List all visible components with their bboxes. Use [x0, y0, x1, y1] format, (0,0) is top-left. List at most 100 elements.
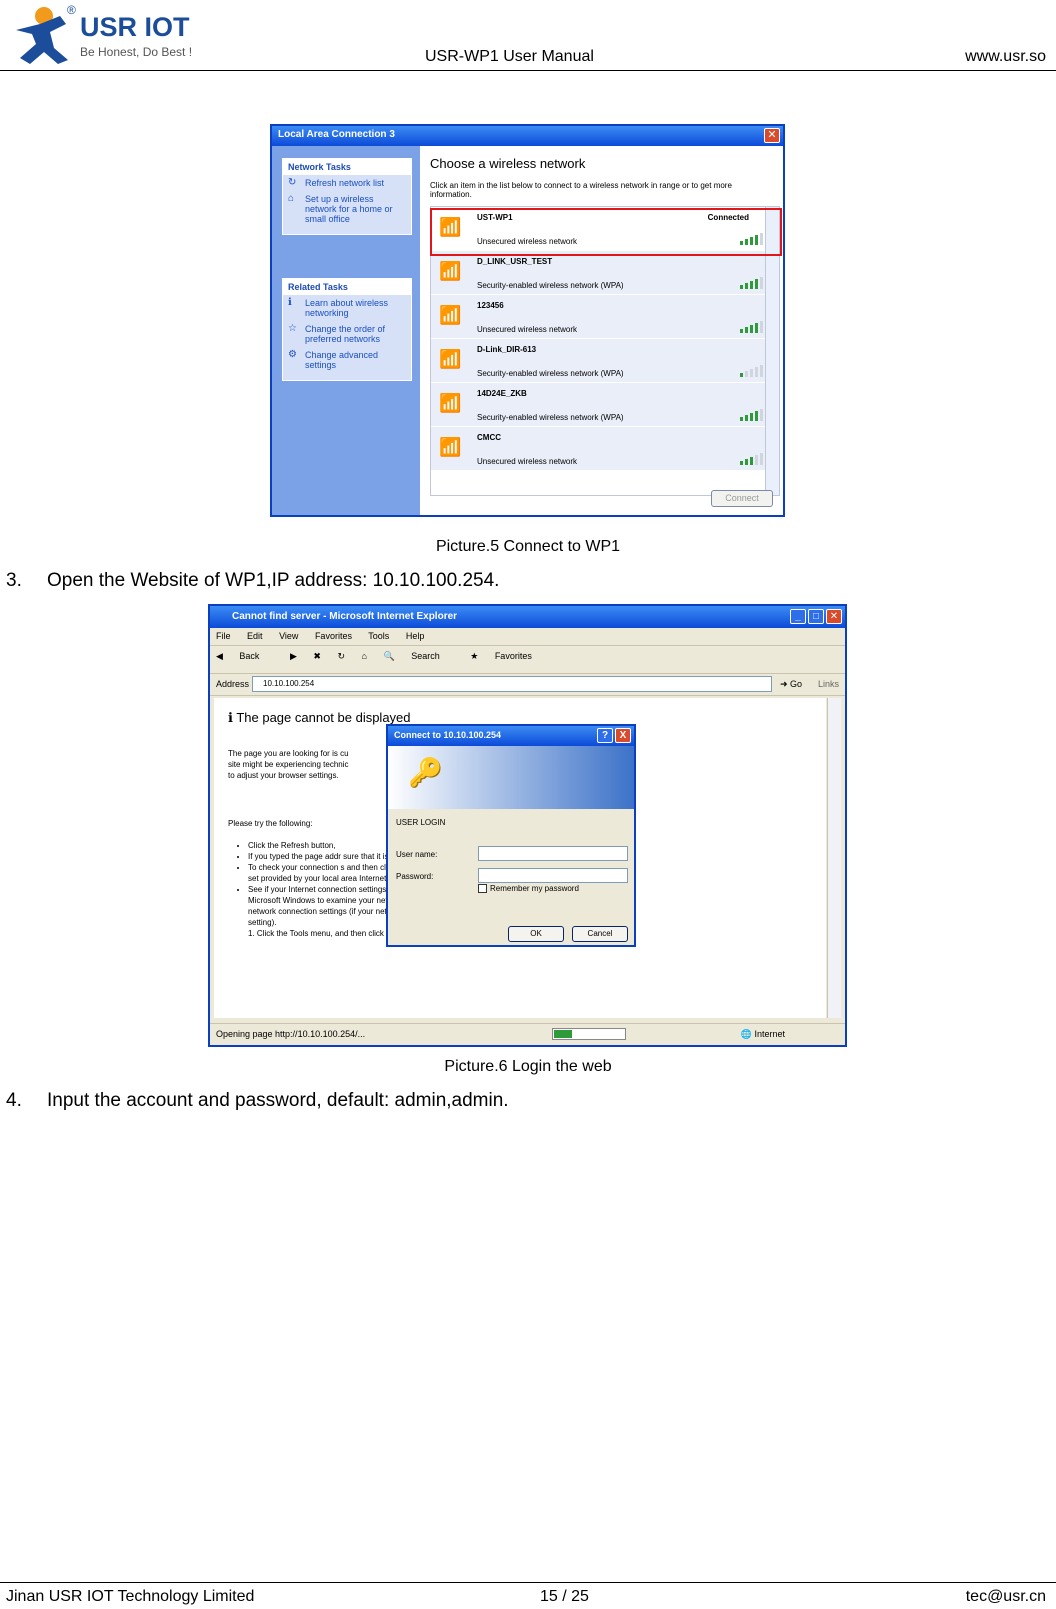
stop-icon[interactable]: ✖ [313, 651, 321, 661]
signal-bar [740, 417, 743, 421]
signal-bar [745, 371, 748, 377]
menu-help[interactable]: Help [406, 631, 425, 641]
task-change-advanced[interactable]: ⚙ Change advanced settings [283, 347, 411, 380]
login-realm: USER LOGIN [396, 818, 446, 827]
signal-strength-icon [740, 365, 764, 377]
network-item[interactable]: 📶 D-Link_DIR-613 Security-enabled wirele… [431, 339, 779, 383]
signal-bar [745, 415, 748, 421]
go-button[interactable]: ➜ Go [780, 679, 802, 690]
ie-status-bar: Opening page http://10.10.100.254/... 🌐 … [210, 1023, 845, 1045]
maximize-icon[interactable]: □ [808, 609, 824, 624]
password-field[interactable] [478, 868, 628, 883]
globe-icon: 🌐 [740, 1029, 755, 1039]
logo-text: USR IOT [80, 12, 190, 42]
ie-address-bar: Address 10.10.100.254 ➜ Go Links [210, 674, 845, 696]
page-error-title: ℹ The page cannot be displayed [228, 710, 411, 725]
internet-explorer-window: Cannot find server - Microsoft Internet … [208, 604, 847, 1047]
signal-bar [760, 409, 763, 421]
signal-bar [750, 281, 753, 289]
forward-icon[interactable]: ▶ [290, 651, 297, 661]
ok-button[interactable]: OK [508, 926, 564, 942]
info-icon: ℹ [288, 297, 292, 308]
signal-bar [760, 453, 763, 465]
dialog-banner: 🔑 [388, 746, 634, 809]
star-icon: ☆ [288, 323, 297, 334]
company-logo: USR IOT ® Be Honest, Do Best ! [10, 2, 220, 66]
close-icon[interactable]: ✕ [764, 128, 780, 143]
username-field[interactable] [478, 846, 628, 861]
signal-bar [750, 325, 753, 333]
status-text: Opening page http://10.10.100.254/... [216, 1029, 366, 1039]
signal-bar [755, 279, 758, 289]
signal-bar [745, 459, 748, 465]
signal-bar [755, 367, 758, 377]
signal-bar [740, 461, 743, 465]
caption-picture-5: Picture.5 Connect to WP1 [435, 538, 621, 555]
website-link[interactable]: www.usr.so [965, 48, 1046, 66]
ie-scrollbar[interactable] [827, 698, 841, 1018]
network-item[interactable]: 📶 D_LINK_USR_TEST Security-enabled wirel… [431, 251, 779, 295]
network-item[interactable]: 📶 14D24E_ZKB Security-enabled wireless n… [431, 383, 779, 427]
close-icon[interactable]: ✕ [826, 609, 842, 624]
logo-figure-icon: USR IOT ® Be Honest, Do Best ! [16, 3, 192, 64]
try-heading: Please try the following: [228, 819, 313, 828]
connect-button[interactable]: Connect [711, 490, 773, 507]
menu-file[interactable]: File [216, 631, 231, 641]
header-divider [0, 70, 1056, 71]
search-button[interactable]: 🔍 Search [383, 651, 453, 661]
antenna-icon: 📶 [439, 261, 462, 281]
help-icon[interactable]: ? [597, 728, 613, 743]
back-button[interactable]: ◀ Back [216, 651, 273, 661]
address-input[interactable]: 10.10.100.254 [252, 676, 772, 692]
antenna-icon: 📶 [439, 305, 462, 325]
network-tasks-panel: Network Tasks ↻ Refresh network list ⌂ Set… [282, 158, 412, 235]
cancel-button[interactable]: Cancel [572, 926, 628, 942]
home-icon[interactable]: ⌂ [362, 651, 367, 661]
minimize-icon[interactable]: _ [790, 609, 806, 624]
error-body-line: site might be experiencing technic [228, 760, 349, 769]
menu-view[interactable]: View [279, 631, 298, 641]
signal-bar [760, 365, 763, 377]
dialog-title: Connect to 10.10.100.254 [394, 730, 502, 740]
task-learn-wireless[interactable]: ℹ Learn about wireless networking [283, 295, 411, 321]
ie-toolbar: ◀ Back ▶ ✖ ↻ ⌂ 🔍 Search ★ Favorites [210, 646, 845, 674]
password-label: Password: [396, 872, 434, 881]
wireless-network-window: Local Area Connection 3 ✕ Network Tasks … [270, 124, 785, 517]
menu-tools[interactable]: Tools [368, 631, 389, 641]
star-icon: ★ [470, 651, 481, 661]
signal-bar [760, 321, 763, 333]
signal-bar [755, 411, 758, 421]
close-icon[interactable]: X [615, 728, 631, 743]
refresh-icon[interactable]: ↻ [337, 651, 345, 661]
signal-bar [745, 327, 748, 333]
window-title: Local Area Connection 3 [278, 129, 395, 140]
setup-network-icon: ⌂ [288, 193, 295, 204]
dialog-titlebar: Connect to 10.10.100.254 ? X [388, 726, 634, 746]
favorites-button[interactable]: ★ Favorites [470, 651, 546, 661]
signal-bar [750, 413, 753, 421]
back-icon: ◀ [216, 651, 226, 661]
signal-strength-icon [740, 321, 764, 333]
menu-edit[interactable]: Edit [247, 631, 263, 641]
footer-divider [0, 1582, 1056, 1583]
ie-title: Cannot find server - Microsoft Internet … [232, 611, 458, 622]
signal-strength-icon [740, 277, 764, 289]
task-refresh-network-list[interactable]: ↻ Refresh network list [283, 175, 411, 191]
network-item[interactable]: 📶 123456 Unsecured wireless network [431, 295, 779, 339]
logo-registered: ® [67, 3, 76, 17]
antenna-icon: 📶 [439, 393, 462, 413]
remember-password-checkbox[interactable]: Remember my password [478, 884, 579, 894]
menu-favorites[interactable]: Favorites [315, 631, 352, 641]
security-zone: 🌐 Internet [740, 1029, 785, 1039]
caption-picture-6: Picture.6 Login the web [444, 1058, 612, 1075]
footer-email[interactable]: tec@usr.cn [966, 1588, 1046, 1606]
task-setup-wireless-network[interactable]: ⌂ Set up a wireless network for a home or… [283, 191, 411, 234]
network-main-pane: Choose a wireless network Click an item … [420, 146, 783, 515]
error-body-line: to adjust your browser settings. [228, 771, 339, 780]
signal-bar [755, 323, 758, 333]
network-item[interactable]: 📶 CMCC Unsecured wireless network [431, 427, 779, 471]
links-button[interactable]: Links [818, 679, 839, 689]
task-change-order[interactable]: ☆ Change the order of preferred networks [283, 321, 411, 347]
keys-icon: 🔑 [408, 757, 443, 788]
network-instructions: Click an item in the list below to conne… [430, 181, 732, 199]
